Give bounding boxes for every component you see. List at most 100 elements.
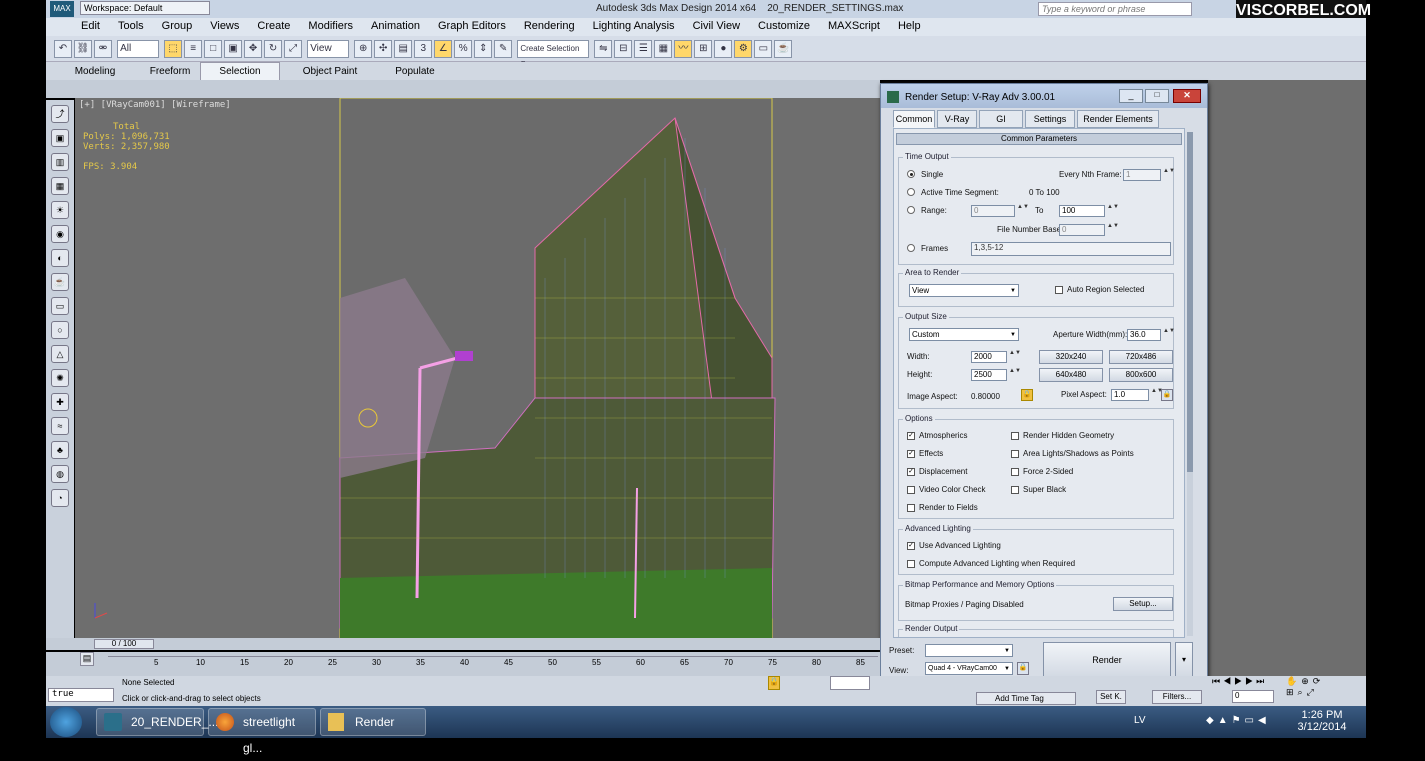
menu-animation[interactable]: Animation [362, 18, 429, 32]
video-color-check-checkbox[interactable] [907, 486, 915, 494]
add-time-tag-button[interactable]: Add Time Tag [976, 692, 1076, 705]
current-frame-field[interactable]: 0 [1232, 690, 1274, 703]
key-filters-button[interactable]: Filters... [1152, 690, 1202, 704]
displacement-checkbox[interactable]: ✓ [907, 468, 915, 476]
workspace-dropdown[interactable]: Workspace: Default [80, 1, 210, 15]
preset-dropdown[interactable] [925, 644, 1013, 657]
rendered-frame-icon[interactable]: ▭ [754, 40, 773, 58]
every-nth-field[interactable]: 1 [1123, 169, 1161, 181]
menu-modifiers[interactable]: Modifiers [299, 18, 362, 32]
range-to-spinner[interactable]: ▲▼ [1107, 204, 1119, 217]
auto-region-checkbox[interactable] [1055, 286, 1063, 294]
camera-icon[interactable]: ◉ [51, 225, 69, 243]
sphere-icon[interactable]: ○ [51, 321, 69, 339]
force-2-sided-checkbox[interactable] [1011, 468, 1019, 476]
menu-tools[interactable]: Tools [109, 18, 153, 32]
curve-editor-icon[interactable]: 〰 [674, 40, 693, 58]
shell-icon[interactable]: ◔ [51, 489, 69, 507]
file-number-base-spinner[interactable]: ▲▼ [1107, 223, 1119, 236]
graphite-icon[interactable]: ▦ [654, 40, 673, 58]
keyboard-shortcut-icon[interactable]: ▤ [394, 40, 413, 58]
search-input[interactable]: Type a keyword or phrase [1038, 2, 1192, 16]
preset-640x480-button[interactable]: 640x480 [1039, 368, 1103, 382]
frames-radio[interactable] [907, 244, 915, 252]
render-setup-icon[interactable]: ⚙ [734, 40, 753, 58]
mini-curve-editor-icon[interactable]: ▤ [80, 652, 94, 666]
time-slider-handle[interactable]: 0 / 100 [94, 639, 154, 649]
ribbon-tab-object-paint[interactable]: Object Paint [280, 63, 380, 80]
viewport-label[interactable]: [+] [VRayCam001] [Wireframe] [79, 100, 231, 110]
aperture-spinner[interactable]: ▲▼ [1163, 328, 1175, 341]
selection-filter-dropdown[interactable]: All [117, 40, 160, 58]
menu-create[interactable]: Create [248, 18, 299, 32]
hierarchy-icon[interactable]: ⤴ [51, 105, 69, 123]
super-black-checkbox[interactable] [1011, 486, 1019, 494]
tab-common[interactable]: Common [893, 110, 935, 128]
atmospherics-checkbox[interactable]: ✓ [907, 432, 915, 440]
panel-scrollbar[interactable] [1187, 132, 1193, 636]
menu-group[interactable]: Group [153, 18, 202, 32]
sun-icon[interactable]: ✺ [51, 369, 69, 387]
scale-icon[interactable]: ⤢ [284, 40, 303, 58]
layer-icon[interactable]: ☰ [634, 40, 653, 58]
move-icon[interactable]: ✥ [244, 40, 263, 58]
angle-snap-icon[interactable]: ∠ [434, 40, 453, 58]
render-to-fields-checkbox[interactable] [907, 504, 915, 512]
named-selection-dropdown[interactable]: Create Selection Se [517, 40, 590, 69]
ribbon-tab-populate[interactable]: Populate [380, 63, 450, 80]
viewport[interactable]: [+] [VRayCam001] [Wireframe] Total Polys… [75, 98, 880, 638]
tab-gi[interactable]: GI [979, 110, 1023, 128]
lock-aspect-icon[interactable]: 🔒 [1021, 389, 1033, 401]
maxscript-listener[interactable]: true [48, 688, 114, 702]
teapot-icon[interactable]: ☕ [51, 273, 69, 291]
width-spinner[interactable]: ▲▼ [1009, 350, 1021, 363]
display-icon[interactable]: ▥ [51, 153, 69, 171]
menu-rendering[interactable]: Rendering [515, 18, 584, 32]
range-to-field[interactable]: 100 [1059, 205, 1105, 217]
aperture-field[interactable]: 36.0 [1127, 329, 1161, 341]
ribbon-tab-selection[interactable]: Selection [200, 62, 280, 80]
schematic-view-icon[interactable]: ⊞ [694, 40, 713, 58]
viewport-nav-controls[interactable]: ✋⊕⟳ ⊞⌕⤢ [1286, 676, 1362, 704]
start-button[interactable] [50, 707, 82, 737]
range-from-field[interactable]: 0 [971, 205, 1015, 217]
pivot-icon[interactable]: ⊕ [354, 40, 373, 58]
render-production-icon[interactable]: ☕ [774, 40, 793, 58]
output-preset-dropdown[interactable]: Custom [909, 328, 1019, 341]
pixel-aspect-spinner[interactable]: ▲▼ [1151, 388, 1163, 401]
speaker-icon[interactable]: ◐ [51, 249, 69, 267]
time-slider[interactable]: 0 / 100 [46, 638, 880, 650]
selection-lock-icon[interactable]: 🔒 [768, 676, 780, 690]
set-key-button[interactable]: Set K. [1096, 690, 1126, 704]
select-manipulate-icon[interactable]: ✣ [374, 40, 393, 58]
lock-pixel-aspect-icon[interactable]: 🔒 [1161, 389, 1173, 401]
menu-help[interactable]: Help [889, 18, 930, 32]
preset-720x486-button[interactable]: 720x486 [1109, 350, 1173, 364]
preset-320x240-button[interactable]: 320x240 [1039, 350, 1103, 364]
active-segment-radio[interactable] [907, 188, 915, 196]
maximize-button[interactable]: □ [1145, 89, 1169, 103]
tab-vray[interactable]: V-Ray [937, 110, 977, 128]
edit-named-sets-icon[interactable]: ✎ [494, 40, 513, 58]
tree-icon[interactable]: ♣ [51, 441, 69, 459]
lock-view-icon[interactable]: 🔒 [1017, 662, 1029, 675]
mirror-icon[interactable]: ⇋ [594, 40, 613, 58]
file-number-base-field[interactable]: 0 [1059, 224, 1105, 236]
area-dropdown[interactable]: View [909, 284, 1019, 297]
align-icon[interactable]: ⊟ [614, 40, 633, 58]
menu-customize[interactable]: Customize [749, 18, 819, 32]
rollout-common-parameters[interactable]: Common Parameters [896, 133, 1182, 145]
utilities-icon[interactable]: ▦ [51, 177, 69, 195]
coord-field[interactable] [830, 676, 870, 690]
menu-maxscript[interactable]: MAXScript [819, 18, 889, 32]
effects-checkbox[interactable]: ✓ [907, 450, 915, 458]
ribbon-tab-freeform[interactable]: Freeform [140, 63, 200, 80]
tray-icons[interactable]: ◆▲⚑▭◀ [1206, 715, 1270, 726]
app-logo[interactable]: MAX [50, 1, 74, 17]
width-field[interactable]: 2000 [971, 351, 1007, 363]
menu-civil-view[interactable]: Civil View [684, 18, 749, 32]
window-crossing-icon[interactable]: ▣ [224, 40, 243, 58]
bitmap-setup-button[interactable]: Setup... [1113, 597, 1173, 611]
every-nth-spinner[interactable]: ▲▼ [1163, 168, 1175, 181]
menu-views[interactable]: Views [201, 18, 248, 32]
